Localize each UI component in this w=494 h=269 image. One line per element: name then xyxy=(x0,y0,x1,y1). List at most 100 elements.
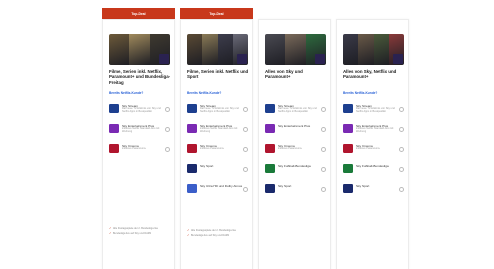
offer-price: 43,50 € xyxy=(343,261,368,269)
offer-notes: ✓ Alle Freitagsspiele der 2. Bundesliga l… xyxy=(109,226,171,237)
package-description: inklusive Netflix Standard-Abo mit Werbu… xyxy=(122,127,160,134)
package-item: Sky Sport xyxy=(343,182,405,202)
info-icon[interactable] xyxy=(165,127,170,132)
offer-hero-image xyxy=(109,34,170,65)
check-icon: ✓ xyxy=(187,233,190,238)
package-description: Das neue TV-Erlebnis von Sky und Netflix… xyxy=(356,107,395,114)
package-item: Sky Stream Das neue TV-Erlebnis von Sky u… xyxy=(265,102,327,122)
info-icon[interactable] xyxy=(321,147,326,152)
sky-cinema-icon xyxy=(109,144,119,153)
offer-note: ✓ Bundesliga live auf Sky und DAZN xyxy=(187,233,249,238)
package-name: Sky Sport xyxy=(200,163,214,168)
sky-stream-icon xyxy=(343,104,353,113)
sky-cinema-icon xyxy=(187,144,197,153)
netflix-customer-link[interactable]: Bereits Netflix-Kunde? xyxy=(187,91,221,95)
offer-hero-image xyxy=(187,34,248,65)
package-item: Sky Cinema inklusive Paramount+ xyxy=(109,142,171,162)
offer-card[interactable]: Alles von Sky, Netflix und Paramount+ Ber… xyxy=(336,19,409,269)
info-icon[interactable] xyxy=(399,107,404,112)
info-icon[interactable] xyxy=(243,127,248,132)
offer-price: 39,50 € xyxy=(265,261,290,269)
info-icon[interactable] xyxy=(243,147,248,152)
info-icon[interactable] xyxy=(165,147,170,152)
sky-fussball-bundesliga-icon xyxy=(343,164,353,173)
sky-cinema-icon xyxy=(265,144,275,153)
top-deal-badge: Top-Deal xyxy=(102,8,175,19)
package-description: inklusive Paramount+ xyxy=(278,147,302,151)
check-icon: ✓ xyxy=(109,226,112,230)
offer-hero-image xyxy=(265,34,326,65)
offer-note: ✓ Bundesliga live auf Sky und DAZN xyxy=(109,231,171,235)
offer-price: 29,00 € 14,50 € xyxy=(109,261,152,269)
info-icon[interactable] xyxy=(399,187,404,192)
package-description: inklusive Netflix Standard-Abo mit Werbu… xyxy=(356,127,394,134)
package-item: Sky Entertainment Plus inklusive Netflix … xyxy=(343,122,405,142)
sky-sport-icon xyxy=(187,164,197,173)
info-icon[interactable] xyxy=(321,127,326,132)
netflix-customer-link[interactable]: Bereits Netflix-Kunde? xyxy=(109,91,143,95)
info-icon[interactable] xyxy=(321,107,326,112)
package-name: Sky Sport xyxy=(278,183,292,188)
package-item: Sky Entertainment Plus xyxy=(265,122,327,142)
page: Top-Deal Filme, Serien inkl. Netflix, Par… xyxy=(0,0,494,269)
package-description: inklusive Paramount+ xyxy=(356,147,380,151)
info-icon[interactable] xyxy=(399,127,404,132)
sky-entertainment-plus-icon xyxy=(343,124,353,133)
package-item: Sky Sport xyxy=(265,182,327,202)
offer-notes: ✓ Alle Freitagsspiele der 2. Bundesliga l… xyxy=(187,228,249,239)
sky-entertainment-plus-icon xyxy=(265,124,275,133)
offer-card[interactable]: Filme, Serien inkl. Netflix, Paramount+ … xyxy=(102,19,175,269)
package-item: Sky Cinema inklusive Paramount+ xyxy=(265,142,327,162)
package-description: inklusive Paramount+ xyxy=(200,147,224,151)
sky-sport-icon xyxy=(265,184,275,193)
info-icon[interactable] xyxy=(399,147,404,152)
info-icon[interactable] xyxy=(399,167,404,172)
package-item: Sky Ultra HD und Dolby Atmos xyxy=(187,182,249,202)
sky-fussball-bundesliga-icon xyxy=(265,164,275,173)
offer-note-text: Alle Freitagsspiele der 2. Bundesliga li… xyxy=(113,227,159,230)
package-description: inklusive Paramount+ xyxy=(122,147,146,151)
package-name: Sky Sport xyxy=(356,183,370,188)
sky-entertainment-plus-icon xyxy=(109,124,119,133)
package-name: Sky Entertainment Plus xyxy=(278,123,311,128)
info-icon[interactable] xyxy=(321,187,326,192)
sky-cinema-icon xyxy=(343,144,353,153)
sky-stream-icon xyxy=(109,104,119,113)
offer-card[interactable]: Alles von Sky und Paramount+ Sky Stream Da… xyxy=(258,19,331,269)
sky-ultra-hd-icon xyxy=(187,184,197,193)
sky-sport-icon xyxy=(343,184,353,193)
package-list: Sky Stream Das neue TV-Erlebnis von Sky u… xyxy=(343,102,405,202)
netflix-customer-link[interactable]: Bereits Netflix-Kunde? xyxy=(343,91,377,95)
package-name: Sky Fußball-Bundesliga xyxy=(278,163,311,168)
package-description: Das neue TV-Erlebnis von Sky und Netflix… xyxy=(278,107,317,114)
package-item: Sky Cinema inklusive Paramount+ xyxy=(343,142,405,162)
offer-title: Filme, Serien inkl. Netflix und Sport xyxy=(187,69,249,80)
check-icon: ✓ xyxy=(187,228,190,232)
info-icon[interactable] xyxy=(243,107,248,112)
package-name: Sky Fußball-Bundesliga xyxy=(356,163,389,168)
channel-logo-icon xyxy=(315,54,325,64)
offer-note: ✓ Alle Freitagsspiele der 2. Bundesliga l… xyxy=(187,228,249,232)
offer-title: Filme, Serien inkl. Netflix, Paramount+ … xyxy=(109,69,171,85)
package-item: Sky Entertainment Plus inklusive Netflix … xyxy=(187,122,249,142)
info-icon[interactable] xyxy=(165,107,170,112)
channel-logo-icon xyxy=(393,54,403,64)
info-icon[interactable] xyxy=(321,167,326,172)
offer-note-text: Alle Freitagsspiele der 2. Bundesliga li… xyxy=(191,229,237,232)
offer-title: Alles von Sky und Paramount+ xyxy=(265,69,303,80)
sky-stream-icon xyxy=(265,104,275,113)
channel-logo-icon xyxy=(237,54,247,64)
info-icon[interactable] xyxy=(243,167,248,172)
offer-card[interactable]: Filme, Serien inkl. Netflix und Sport Ber… xyxy=(180,19,253,269)
package-item: Sky Stream Das neue TV-Erlebnis von Sky u… xyxy=(343,102,405,122)
package-description: inklusive Netflix Standard-Abo mit Werbu… xyxy=(200,127,238,134)
package-description: Das neue TV-Erlebnis von Sky und Netflix… xyxy=(122,107,161,114)
top-deal-badge: Top-Deal xyxy=(180,8,253,19)
channel-logo-icon xyxy=(159,54,169,64)
offer-cards-row: Top-Deal Filme, Serien inkl. Netflix, Par… xyxy=(100,8,412,269)
info-icon[interactable] xyxy=(243,187,248,192)
offer-note-text: Bundesliga live auf Sky und DAZN xyxy=(191,234,230,238)
offer-title: Alles von Sky, Netflix und Paramount+ xyxy=(343,69,397,80)
package-item: Sky Fußball-Bundesliga xyxy=(343,162,405,182)
package-description: Das neue TV-Erlebnis von Sky und Netflix… xyxy=(200,107,239,114)
